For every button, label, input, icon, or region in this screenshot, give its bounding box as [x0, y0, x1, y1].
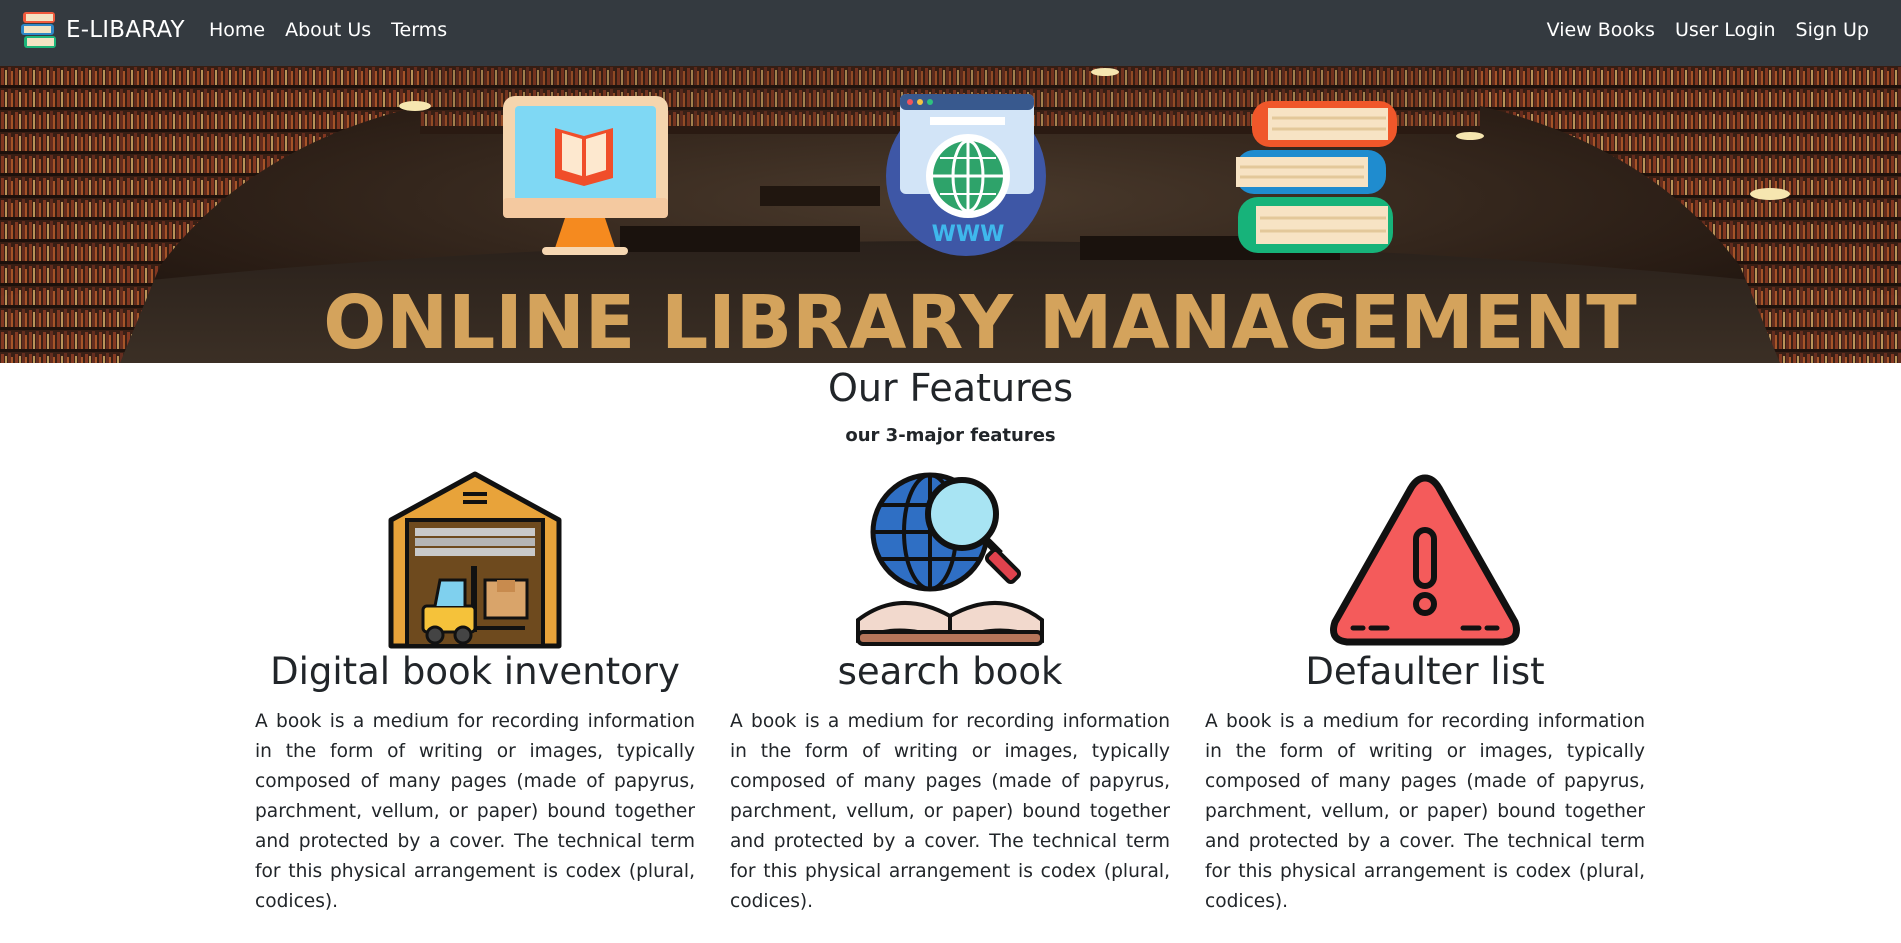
brand-name: E-LIBARAY	[66, 17, 185, 43]
library-banner-image: WWW ONLINE LIBRARY MANAGEMENT	[0, 66, 1901, 363]
banner-title: ONLINE LIBRARY MANAGEMENT	[323, 280, 1637, 363]
nav-sign-up-link[interactable]: Sign Up	[1786, 19, 1869, 41]
feature-text: A book is a medium for recording informa…	[1205, 711, 1645, 912]
nav-right: View Books User Login Sign Up	[1537, 0, 1869, 60]
features-subtitle: our 3-major features	[845, 425, 1056, 446]
warning-icon	[1330, 474, 1520, 646]
feature-text: A book is a medium for recording informa…	[255, 711, 695, 912]
features-title: Our Features	[827, 366, 1074, 410]
nav-view-books-link[interactable]: View Books	[1537, 19, 1665, 41]
books-logo-icon	[21, 12, 56, 48]
feature-title: search book	[837, 650, 1063, 693]
hero-banner: WWW ONLINE LIBRARY MANAGEMENT	[0, 66, 1901, 363]
feature-card-search: search book A book is a medium for recor…	[730, 470, 1170, 917]
globe-search-book-icon	[856, 472, 1044, 646]
warning-icon-wrap	[1205, 470, 1645, 655]
nav-home-link[interactable]: Home	[209, 19, 275, 41]
feature-card-inventory: Digital book inventory A book is a mediu…	[255, 470, 695, 917]
book-stack-icon	[1236, 101, 1397, 253]
feature-title: Digital book inventory	[270, 650, 680, 693]
nav-left: Home About Us Terms	[209, 0, 457, 60]
nav-about-link[interactable]: About Us	[275, 19, 381, 41]
navbar: E-LIBARAY Home About Us Terms View Books…	[0, 0, 1901, 66]
feature-title: Defaulter list	[1305, 650, 1545, 693]
globe-search-icon-wrap	[730, 470, 1170, 655]
feature-card-defaulter: Defaulter list A book is a medium for re…	[1205, 470, 1645, 917]
feature-text: A book is a medium for recording informa…	[730, 711, 1170, 912]
nav-user-login-link[interactable]: User Login	[1665, 19, 1786, 41]
warehouse-icon	[388, 471, 562, 649]
web-globe-icon: WWW	[886, 94, 1046, 256]
www-label: WWW	[932, 222, 1005, 247]
brand-link[interactable]: E-LIBARAY	[20, 10, 185, 50]
warehouse-icon-wrap	[255, 470, 695, 655]
nav-terms-link[interactable]: Terms	[381, 19, 457, 41]
